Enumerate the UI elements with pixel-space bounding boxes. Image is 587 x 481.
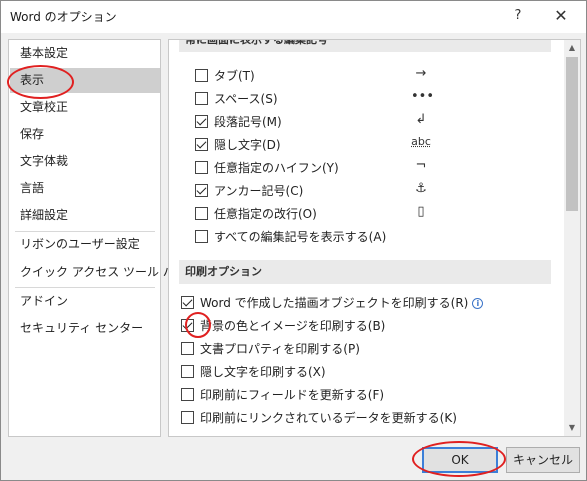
print-hidden-checkbox[interactable] [181,365,194,378]
update-linked-checkbox[interactable] [181,411,194,424]
print-drawings-checkbox[interactable] [181,296,194,309]
options-panel: 常に画面に表示する編集記号 タブ(T) → スペース(S) ••• 段落記号(M… [168,39,581,437]
option-label: 隠し文字を印刷する(X) [200,365,326,379]
window-title: Word のオプション [10,10,117,24]
option-optional-breaks[interactable]: 任意指定の改行(O) ▯ [195,204,445,224]
nav-item-trust-center[interactable]: セキュリティ センター [10,316,160,341]
option-label: 段落記号(M) [214,115,282,129]
print-background-checkbox[interactable] [181,319,194,332]
option-object-anchors[interactable]: アンカー記号(C) ⚓ [195,181,445,201]
option-label: 背景の色とイメージを印刷する(B) [200,319,386,333]
option-label: 任意指定の改行(O) [214,207,317,221]
option-tab-marks[interactable]: タブ(T) → [195,66,445,86]
option-print-hidden-text[interactable]: 隠し文字を印刷する(X) [181,362,481,382]
option-space-marks[interactable]: スペース(S) ••• [195,89,445,109]
nav-item-quick-access-toolbar[interactable]: クイック アクセス ツール バー [10,260,187,285]
option-show-all-marks[interactable]: すべての編集記号を表示する(A) [195,227,445,247]
option-paragraph-marks[interactable]: 段落記号(M) ↲ [195,112,445,132]
option-label: 任意指定のハイフン(Y) [214,161,339,175]
word-options-dialog: Word のオプション ? ✕ 基本設定 表示 文章校正 保存 文字体裁 言語 … [0,0,587,481]
paragraph-mark-icon: ↲ [415,112,427,127]
scroll-up-icon[interactable]: ▲ [564,40,580,56]
optional-break-icon: ▯ [417,204,425,219]
hyphen-checkbox[interactable] [195,161,208,174]
nav-item-basic[interactable]: 基本設定 [10,41,160,66]
help-button[interactable]: ? [506,4,530,28]
hidden-text-checkbox[interactable] [195,138,208,151]
print-properties-checkbox[interactable] [181,342,194,355]
scroll-down-icon[interactable]: ▼ [564,420,580,436]
anchor-icon: ⚓ [415,181,427,196]
option-print-drawings[interactable]: Word で作成した描画オブジェクトを印刷する(R) i [181,293,484,313]
nav-item-addins[interactable]: アドイン [10,289,160,314]
nav-item-advanced[interactable]: 詳細設定 [10,203,160,228]
option-label: 印刷前にリンクされているデータを更新する(K) [200,411,457,425]
section-header-formatting-marks: 常に画面に表示する編集記号 [179,40,551,52]
nav-item-language[interactable]: 言語 [10,176,160,201]
vertical-scrollbar[interactable]: ▲ ▼ [564,40,580,436]
section-header-print-options: 印刷オプション [179,260,551,284]
option-label: Word で作成した描画オブジェクトを印刷する(R) i [200,294,484,311]
paragraph-checkbox[interactable] [195,115,208,128]
title-bar: Word のオプション ? ✕ [1,1,586,33]
dots-icon: ••• [411,89,435,104]
scroll-thumb[interactable] [566,57,578,211]
options-nav: 基本設定 表示 文章校正 保存 文字体裁 言語 詳細設定 リボンのユーザー設定 … [8,39,187,437]
space-checkbox[interactable] [195,92,208,105]
option-label: アンカー記号(C) [214,184,304,198]
option-optional-hyphens[interactable]: 任意指定のハイフン(Y) ¬ [195,158,445,178]
optional-break-checkbox[interactable] [195,207,208,220]
ok-button[interactable]: OK [422,447,498,473]
option-label: タブ(T) [214,69,255,83]
nav-item-display[interactable]: 表示 [10,68,160,93]
option-label: すべての編集記号を表示する(A) [214,230,387,244]
arrow-icon: → [415,66,427,81]
nav-item-proofing[interactable]: 文章校正 [10,95,160,120]
option-print-properties[interactable]: 文書プロパティを印刷する(P) [181,339,481,359]
option-label: スペース(S) [214,92,278,106]
hidden-text-icon: abc [411,135,431,148]
option-label: 隠し文字(D) [214,138,281,152]
option-print-background[interactable]: 背景の色とイメージを印刷する(B) [181,316,481,336]
option-update-fields[interactable]: 印刷前にフィールドを更新する(F) [181,385,481,405]
tab-checkbox[interactable] [195,69,208,82]
option-label-text: Word で作成した描画オブジェクトを印刷する(R) [200,296,469,310]
anchor-checkbox[interactable] [195,184,208,197]
show-all-checkbox[interactable] [195,230,208,243]
option-update-linked-data[interactable]: 印刷前にリンクされているデータを更新する(K) [181,408,481,428]
nav-item-customize-ribbon[interactable]: リボンのユーザー設定 [10,232,160,257]
nav-item-typography[interactable]: 文字体裁 [10,149,160,174]
update-fields-checkbox[interactable] [181,388,194,401]
info-icon[interactable]: i [472,298,484,309]
option-label: 印刷前にフィールドを更新する(F) [200,388,385,402]
hyphen-icon: ¬ [415,158,427,173]
cancel-button[interactable]: キャンセル [506,447,580,473]
close-button[interactable]: ✕ [546,4,576,28]
option-hidden-text[interactable]: 隠し文字(D) abc [195,135,445,155]
nav-divider [15,287,155,288]
nav-item-save[interactable]: 保存 [10,122,160,147]
option-label: 文書プロパティを印刷する(P) [200,342,360,356]
